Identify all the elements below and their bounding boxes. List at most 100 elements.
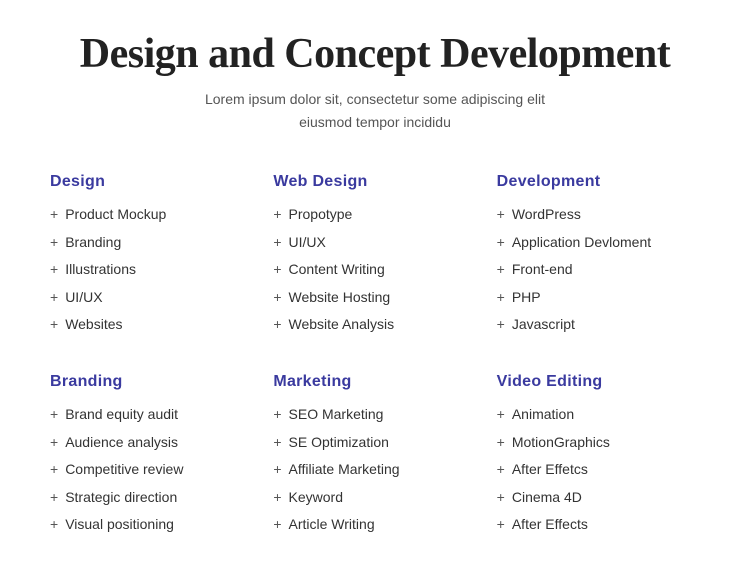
list-item-label: Content Writing bbox=[289, 260, 385, 280]
list-item: +Product Mockup bbox=[50, 205, 253, 225]
services-grid: Design+Product Mockup+Branding+Illustrat… bbox=[50, 173, 700, 543]
list-item-label: UI/UX bbox=[289, 233, 326, 253]
plus-icon: + bbox=[497, 288, 505, 308]
plus-icon: + bbox=[497, 433, 505, 453]
list-item: + Branding bbox=[50, 233, 253, 253]
service-section-marketing: Marketing+SEO Marketing+SE Optimization+… bbox=[273, 373, 476, 543]
list-item: + WordPress bbox=[497, 205, 700, 225]
list-item: + Competitive review bbox=[50, 460, 253, 480]
plus-icon: + bbox=[50, 433, 58, 453]
list-item-label: WordPress bbox=[512, 205, 581, 225]
service-list-design: +Product Mockup+Branding+Illustrations+U… bbox=[50, 205, 253, 335]
list-item: +Animation bbox=[497, 405, 700, 425]
list-item-label: Article Writing bbox=[289, 515, 375, 535]
list-item-label: Brand equity audit bbox=[65, 405, 178, 425]
list-item-label: Propotype bbox=[289, 205, 353, 225]
plus-icon: + bbox=[273, 515, 281, 535]
list-item: + Illustrations bbox=[50, 260, 253, 280]
list-item: + Javascript bbox=[497, 315, 700, 335]
plus-icon: + bbox=[497, 260, 505, 280]
list-item-label: Front-end bbox=[512, 260, 573, 280]
list-item: +After Effects bbox=[497, 515, 700, 535]
list-item-label: MotionGraphics bbox=[512, 433, 610, 453]
list-item-label: Websites bbox=[65, 315, 122, 335]
list-item-label: Website Hosting bbox=[289, 288, 391, 308]
list-item-label: After Effetcs bbox=[512, 460, 588, 480]
list-item-label: Illustrations bbox=[65, 260, 136, 280]
plus-icon: + bbox=[50, 460, 58, 480]
section-title-design: Design bbox=[50, 173, 253, 191]
plus-icon: + bbox=[273, 260, 281, 280]
list-item: + Websites bbox=[50, 315, 253, 335]
list-item: +Website Hosting bbox=[273, 288, 476, 308]
list-item: + Application Devloment bbox=[497, 233, 700, 253]
plus-icon: + bbox=[50, 205, 58, 225]
page-header: Design and Concept Development Lorem ips… bbox=[50, 30, 700, 133]
page-subtitle: Lorem ipsum dolor sit, consectetur some … bbox=[50, 88, 700, 133]
list-item-label: Application Devloment bbox=[512, 233, 651, 253]
plus-icon: + bbox=[273, 488, 281, 508]
list-item-label: Keyword bbox=[289, 488, 343, 508]
service-section-design: Design+Product Mockup+Branding+Illustrat… bbox=[50, 173, 253, 343]
plus-icon: + bbox=[497, 405, 505, 425]
list-item: + Content Writing bbox=[273, 260, 476, 280]
plus-icon: + bbox=[50, 405, 58, 425]
plus-icon: + bbox=[273, 405, 281, 425]
plus-icon: + bbox=[497, 205, 505, 225]
list-item: + UI/UX bbox=[50, 288, 253, 308]
list-item-label: Website Analysis bbox=[289, 315, 395, 335]
service-list-marketing: + SEO Marketing + SE Optimization +Affiliate… bbox=[273, 405, 476, 535]
plus-icon: + bbox=[497, 233, 505, 253]
section-title-video-editing: Video Editing bbox=[497, 373, 700, 391]
service-section-branding: Branding + Brand equity audit + Audience ana… bbox=[50, 373, 253, 543]
list-item: + Front-end bbox=[497, 260, 700, 280]
list-item-label: Javascript bbox=[512, 315, 575, 335]
plus-icon: + bbox=[497, 315, 505, 335]
list-item: + Brand equity audit bbox=[50, 405, 253, 425]
section-title-branding: Branding bbox=[50, 373, 253, 391]
service-list-video-editing: +Animation+MotionGraphics+After Effetcs+… bbox=[497, 405, 700, 535]
list-item: + Strategic direction bbox=[50, 488, 253, 508]
plus-icon: + bbox=[497, 515, 505, 535]
list-item: + Website Analysis bbox=[273, 315, 476, 335]
section-title-development: Development bbox=[497, 173, 700, 191]
plus-icon: + bbox=[273, 433, 281, 453]
plus-icon: + bbox=[50, 288, 58, 308]
list-item: + MotionGraphics bbox=[497, 433, 700, 453]
service-list-development: + WordPress + Application Devloment + Front-e… bbox=[497, 205, 700, 335]
subtitle-line2: eiusmod tempor incididu bbox=[299, 114, 451, 130]
list-item: + SEO Marketing bbox=[273, 405, 476, 425]
list-item: +Affiliate Marketing bbox=[273, 460, 476, 480]
list-item: + PHP bbox=[497, 288, 700, 308]
list-item-label: SEO Marketing bbox=[289, 405, 384, 425]
section-title-web-design: Web Design bbox=[273, 173, 476, 191]
plus-icon: + bbox=[273, 315, 281, 335]
list-item: + Propotype bbox=[273, 205, 476, 225]
list-item-label: Branding bbox=[65, 233, 121, 253]
plus-icon: + bbox=[50, 488, 58, 508]
service-section-video-editing: Video Editing+Animation+MotionGraphics+A… bbox=[497, 373, 700, 543]
list-item: + Keyword bbox=[273, 488, 476, 508]
service-section-web-design: Web Design + Propotype + UI/UX + Content Writi… bbox=[273, 173, 476, 343]
list-item-label: SE Optimization bbox=[289, 433, 389, 453]
list-item: +Visual positioning bbox=[50, 515, 253, 535]
list-item-label: PHP bbox=[512, 288, 541, 308]
service-section-development: Development + WordPress + Application Devlom… bbox=[497, 173, 700, 343]
plus-icon: + bbox=[50, 515, 58, 535]
list-item-label: Strategic direction bbox=[65, 488, 177, 508]
plus-icon: + bbox=[50, 315, 58, 335]
plus-icon: + bbox=[50, 260, 58, 280]
plus-icon: + bbox=[497, 488, 505, 508]
plus-icon: + bbox=[273, 205, 281, 225]
plus-icon: + bbox=[497, 460, 505, 480]
list-item: + After Effetcs bbox=[497, 460, 700, 480]
plus-icon: + bbox=[273, 233, 281, 253]
list-item-label: Audience analysis bbox=[65, 433, 178, 453]
page-title: Design and Concept Development bbox=[50, 30, 700, 78]
plus-icon: + bbox=[50, 233, 58, 253]
list-item-label: UI/UX bbox=[65, 288, 102, 308]
service-list-branding: + Brand equity audit + Audience analysis + Co… bbox=[50, 405, 253, 535]
list-item-label: Competitive review bbox=[65, 460, 183, 480]
list-item: + SE Optimization bbox=[273, 433, 476, 453]
list-item: + UI/UX bbox=[273, 233, 476, 253]
